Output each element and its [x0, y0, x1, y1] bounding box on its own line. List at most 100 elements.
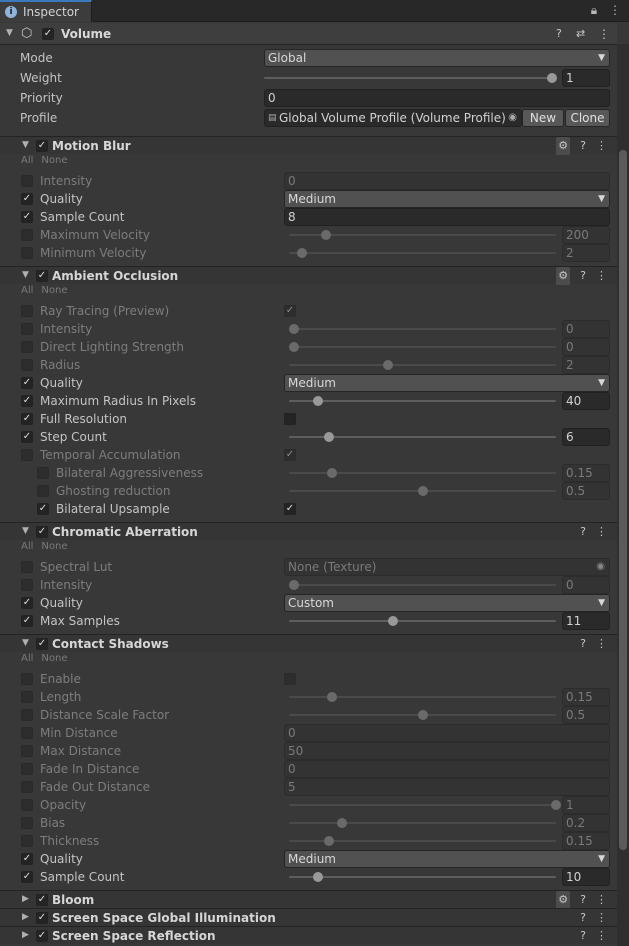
foldout-arrow-icon[interactable]: ▼	[22, 638, 29, 648]
override-checkbox-intensity[interactable]	[21, 175, 33, 187]
foldout-arrow-icon[interactable]: ▼	[22, 140, 29, 150]
section-header-bloom[interactable]: ▶ ✓ Bloom ⚙? ⋮	[0, 890, 617, 909]
value-input-radius[interactable]: 2	[562, 356, 610, 374]
profile-object-field[interactable]: ▤ Global Volume Profile (Volume Profile)…	[264, 109, 522, 127]
help-icon[interactable]: ?	[580, 893, 586, 906]
object-picker-icon[interactable]: ◉	[508, 110, 517, 126]
slider-knob[interactable]	[297, 248, 308, 258]
component-menu-icon[interactable]: ⋮	[598, 25, 610, 43]
override-enabled-checkbox[interactable]: ✓	[36, 638, 48, 650]
override-checkbox-minimum-velocity[interactable]	[21, 247, 33, 259]
override-checkbox-maximum-radius-in-pixels[interactable]: ✓	[21, 395, 33, 407]
field-max-distance[interactable]: 50	[284, 742, 610, 760]
override-checkbox-max-distance[interactable]	[21, 745, 33, 757]
slider-knob[interactable]	[289, 342, 300, 352]
slider-knob[interactable]	[417, 486, 428, 496]
override-checkbox-bilateral-upsample[interactable]: ✓	[37, 503, 49, 515]
override-checkbox-intensity[interactable]	[21, 579, 33, 591]
slider-bilateral-aggressiveness[interactable]	[289, 464, 556, 482]
override-checkbox-ghosting-reduction[interactable]	[37, 485, 49, 497]
value-input-intensity[interactable]: 0	[562, 576, 610, 594]
slider-knob[interactable]	[326, 468, 337, 478]
slider-knob[interactable]	[321, 230, 332, 240]
section-header-chromatic-aberration[interactable]: ▼ ✓ Chromatic Aberration ? ⋮	[0, 522, 617, 540]
weight-slider[interactable]	[264, 69, 557, 87]
override-checkbox-enable[interactable]	[21, 673, 33, 685]
section-header-ssr[interactable]: ▶ ✓ Screen Space Reflection ? ⋮	[0, 926, 617, 944]
override-enabled-checkbox[interactable]: ✓	[36, 140, 48, 152]
slider-opacity[interactable]	[289, 796, 561, 814]
slider-bias[interactable]	[289, 814, 556, 832]
override-checkbox-step-count[interactable]: ✓	[21, 431, 33, 443]
field-fade-out-distance[interactable]: 5	[284, 778, 610, 796]
clone-profile-button[interactable]: Clone	[565, 109, 610, 127]
object-picker-icon[interactable]: ◉	[596, 559, 605, 575]
override-enabled-checkbox[interactable]: ✓	[36, 912, 48, 924]
dropdown-quality[interactable]: Medium ▼	[284, 190, 610, 208]
value-input-thickness[interactable]: 0.15	[562, 832, 610, 850]
slider-knob[interactable]	[388, 616, 399, 626]
help-icon[interactable]: ?	[580, 525, 586, 538]
value-checkbox-full-resolution[interactable]	[284, 413, 296, 425]
slider-maximum-radius-in-pixels[interactable]	[289, 392, 556, 410]
override-checkbox-direct-lighting-strength[interactable]	[21, 341, 33, 353]
value-checkbox-ray-tracing-preview[interactable]: ✓	[284, 305, 296, 317]
section-header-ssgi[interactable]: ▶ ✓ Screen Space Global Illumination ? ⋮	[0, 908, 617, 926]
override-checkbox-opacity[interactable]	[21, 799, 33, 811]
override-checkbox-max-samples[interactable]: ✓	[21, 615, 33, 627]
slider-sample-count[interactable]	[289, 868, 556, 886]
advanced-settings-icon[interactable]: ⚙	[556, 267, 571, 285]
override-enabled-checkbox[interactable]: ✓	[36, 930, 48, 942]
slider-length[interactable]	[289, 688, 556, 706]
tab-inspector[interactable]: i Inspector	[0, 0, 92, 22]
override-checkbox-full-resolution[interactable]: ✓	[21, 413, 33, 425]
select-none-link[interactable]: None	[41, 285, 67, 296]
slider-knob[interactable]	[417, 710, 428, 720]
kebab-menu-icon[interactable]: ⋮	[609, 3, 621, 17]
priority-input[interactable]: 0	[264, 89, 610, 107]
slider-knob[interactable]	[289, 324, 300, 334]
override-checkbox-quality[interactable]: ✓	[21, 853, 33, 865]
slider-knob[interactable]	[382, 360, 393, 370]
value-input-sample-count[interactable]: 10	[562, 868, 610, 886]
select-none-link[interactable]: None	[41, 541, 67, 552]
help-icon[interactable]: ?	[580, 911, 586, 924]
advanced-settings-icon[interactable]: ⚙	[556, 137, 571, 155]
override-enabled-checkbox[interactable]: ✓	[36, 526, 48, 538]
help-icon[interactable]: ?	[556, 25, 562, 43]
field-fade-in-distance[interactable]: 0	[284, 760, 610, 778]
value-input-bias[interactable]: 0.2	[562, 814, 610, 832]
slider-intensity[interactable]	[289, 320, 556, 338]
section-header-contact-shadows[interactable]: ▼ ✓ Contact Shadows ? ⋮	[0, 634, 617, 652]
lock-icon[interactable]: 🔒︎	[591, 3, 597, 17]
override-checkbox-distance-scale-factor[interactable]	[21, 709, 33, 721]
override-enabled-checkbox[interactable]: ✓	[36, 270, 48, 282]
slider-step-count[interactable]	[289, 428, 556, 446]
slider-knob[interactable]	[326, 692, 337, 702]
select-all-link[interactable]: All	[21, 653, 33, 664]
override-checkbox-bilateral-aggressiveness[interactable]	[37, 467, 49, 479]
select-none-link[interactable]: None	[41, 155, 67, 166]
slider-maximum-velocity[interactable]	[289, 226, 556, 244]
slider-knob[interactable]	[313, 872, 324, 882]
slider-knob[interactable]	[324, 836, 335, 846]
section-menu-icon[interactable]: ⋮	[596, 269, 607, 282]
field-intensity[interactable]: 0	[284, 172, 610, 190]
value-input-ghosting-reduction[interactable]: 0.5	[562, 482, 610, 500]
override-enabled-checkbox[interactable]: ✓	[36, 894, 48, 906]
presets-icon[interactable]: ⇄	[576, 25, 585, 43]
section-menu-icon[interactable]: ⋮	[596, 637, 607, 650]
dropdown-quality[interactable]: Medium ▼	[284, 850, 610, 868]
select-all-link[interactable]: All	[21, 155, 33, 166]
slider-max-samples[interactable]	[289, 612, 556, 630]
volume-enabled-checkbox[interactable]: ✓	[42, 28, 54, 40]
value-input-length[interactable]: 0.15	[562, 688, 610, 706]
foldout-arrow-icon[interactable]: ▼	[22, 526, 29, 536]
slider-knob[interactable]	[547, 73, 557, 83]
field-min-distance[interactable]: 0	[284, 724, 610, 742]
override-checkbox-length[interactable]	[21, 691, 33, 703]
value-input-direct-lighting-strength[interactable]: 0	[562, 338, 610, 356]
slider-knob[interactable]	[289, 580, 300, 590]
slider-minimum-velocity[interactable]	[289, 244, 556, 262]
volume-component-header[interactable]: ▼ ⬡ ✓ Volume ? ⇄ ⋮	[0, 23, 617, 45]
